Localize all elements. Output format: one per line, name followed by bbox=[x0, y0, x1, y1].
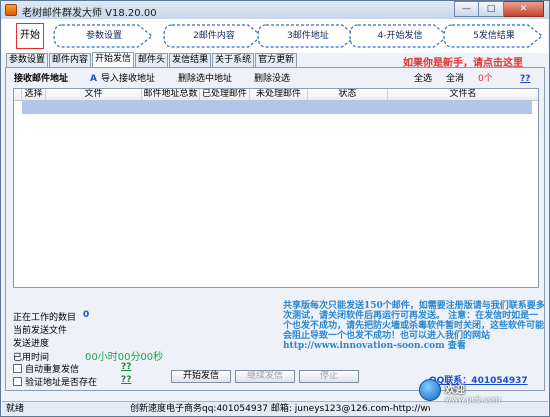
status-company: 创新速度电子商务qq:401054937 邮箱: juneys123@126.c… bbox=[130, 404, 430, 414]
flow-step-label: 参数设置 bbox=[85, 31, 122, 41]
tab-about[interactable]: 关于系统 bbox=[212, 53, 255, 67]
start-send-button[interactable]: 开始发信 bbox=[171, 370, 231, 383]
tab-update[interactable]: 官方更新 bbox=[255, 53, 298, 67]
continue-send-button[interactable]: 继续发信 bbox=[235, 370, 295, 383]
clear-all-button[interactable]: 全消 bbox=[446, 73, 464, 85]
close-button[interactable]: ✕ bbox=[504, 1, 544, 17]
working-count-label: 正在工作的数目 bbox=[13, 313, 77, 323]
auto-resend-checkbox[interactable] bbox=[13, 364, 22, 373]
help-link[interactable]: ?? bbox=[520, 73, 530, 85]
address-count: 0个 bbox=[478, 74, 493, 84]
col-file[interactable]: 文件 bbox=[46, 89, 142, 100]
table-row[interactable] bbox=[22, 101, 532, 114]
verify-address-checkbox[interactable] bbox=[13, 377, 22, 386]
verify-address-option[interactable]: 验证地址是否存在 bbox=[13, 375, 97, 388]
window-controls: — □ ✕ bbox=[454, 1, 544, 17]
col-filename[interactable]: 文件名 bbox=[388, 89, 538, 100]
import-button[interactable]: A 导入接收地址 bbox=[90, 73, 155, 85]
col-processed[interactable]: 已处理邮件 bbox=[200, 89, 250, 100]
flow-step-label: 3邮件地址 bbox=[287, 31, 329, 41]
tab-content[interactable]: 邮件内容 bbox=[49, 53, 92, 67]
tab-result[interactable]: 发信结果 bbox=[169, 53, 212, 67]
app-logo-icon bbox=[5, 4, 17, 16]
minimize-button[interactable]: — bbox=[454, 1, 479, 17]
import-icon: A bbox=[90, 74, 97, 84]
tab-start-send[interactable]: 开始发信 bbox=[92, 52, 135, 67]
address-toolbar: 接收邮件地址 A 导入接收地址 删除选中地址 删除没选 全选 全消 0个 ?? bbox=[6, 73, 544, 87]
start-button[interactable]: 开始 bbox=[16, 23, 44, 49]
auto-resend-label: 自动重复发信 bbox=[25, 365, 80, 375]
app-window: 老树邮件群发大师 V18.20.00 — □ ✕ 开始 参数设置 2邮件内容 3… bbox=[0, 0, 550, 417]
delete-unselected-button[interactable]: 删除没选 bbox=[254, 73, 290, 85]
tab-header[interactable]: 邮件头 bbox=[135, 53, 169, 67]
receive-label: 接收邮件地址 bbox=[14, 74, 69, 84]
select-all-button[interactable]: 全选 bbox=[414, 73, 432, 85]
current-file-label: 当前发送文件 bbox=[13, 326, 68, 336]
flow-step-label: 2邮件内容 bbox=[193, 31, 235, 41]
delete-selected-button[interactable]: 删除选中地址 bbox=[178, 73, 232, 85]
flow-step-result[interactable]: 5发信结果 bbox=[442, 22, 546, 50]
tab-settings[interactable]: 参数设置 bbox=[6, 53, 49, 67]
verify-address-label: 验证地址是否存在 bbox=[25, 378, 98, 388]
working-count-value: 0 bbox=[83, 310, 90, 320]
status-state: 就绪 bbox=[6, 404, 25, 414]
flow-step-label: 5发信结果 bbox=[473, 31, 515, 41]
watermark-title: 欢迎 bbox=[445, 385, 465, 396]
col-total[interactable]: 邮件地址总数 bbox=[142, 89, 200, 100]
auto-resend-help[interactable]: ?? bbox=[121, 362, 131, 372]
flow-step-address[interactable]: 3邮件地址 bbox=[256, 22, 360, 50]
address-table[interactable]: 选择 文件 邮件地址总数 已处理邮件 未处理邮件 状态 文件名 bbox=[13, 88, 539, 288]
watermark: 欢迎 www.pc6.com bbox=[419, 377, 547, 417]
flow-step-content[interactable]: 2邮件内容 bbox=[162, 22, 266, 50]
elapsed-value: 00小时00分00秒 bbox=[85, 352, 164, 363]
verify-address-help[interactable]: ?? bbox=[121, 375, 131, 385]
tab-bar: 参数设置 邮件内容 开始发信 邮件头 发信结果 关于系统 官方更新 bbox=[6, 52, 298, 67]
auto-resend-option[interactable]: 自动重复发信 bbox=[13, 362, 79, 375]
notice-text: 共享版每次只能发送150个邮件，如需要注册版请与我们联系要多次测试，请关闭软件后… bbox=[283, 301, 545, 351]
workflow-bar: 开始 参数设置 2邮件内容 3邮件地址 4-开始发信 5发信结果 bbox=[2, 19, 548, 53]
table-header: 选择 文件 邮件地址总数 已处理邮件 未处理邮件 状态 文件名 bbox=[14, 89, 538, 101]
window-title: 老树邮件群发大师 V18.20.00 bbox=[22, 8, 157, 19]
col-select[interactable]: 选择 bbox=[22, 89, 46, 100]
flow-step-label: 4-开始发信 bbox=[377, 31, 423, 41]
flow-step-send[interactable]: 4-开始发信 bbox=[348, 22, 452, 50]
import-label: 导入接收地址 bbox=[100, 74, 155, 84]
watermark-logo-icon bbox=[419, 379, 441, 401]
progress-label: 发送进度 bbox=[13, 339, 50, 349]
maximize-button[interactable]: □ bbox=[479, 1, 504, 17]
col-status[interactable]: 状态 bbox=[308, 89, 388, 100]
stop-button[interactable]: 停止 bbox=[299, 370, 359, 383]
col-unprocessed[interactable]: 未处理邮件 bbox=[250, 89, 308, 100]
title-bar[interactable]: 老树邮件群发大师 V18.20.00 — □ ✕ bbox=[1, 1, 549, 19]
watermark-subtitle: www.pc6.com bbox=[445, 395, 501, 404]
row-header-cell bbox=[14, 89, 22, 100]
flow-step-settings[interactable]: 参数设置 bbox=[52, 22, 156, 50]
